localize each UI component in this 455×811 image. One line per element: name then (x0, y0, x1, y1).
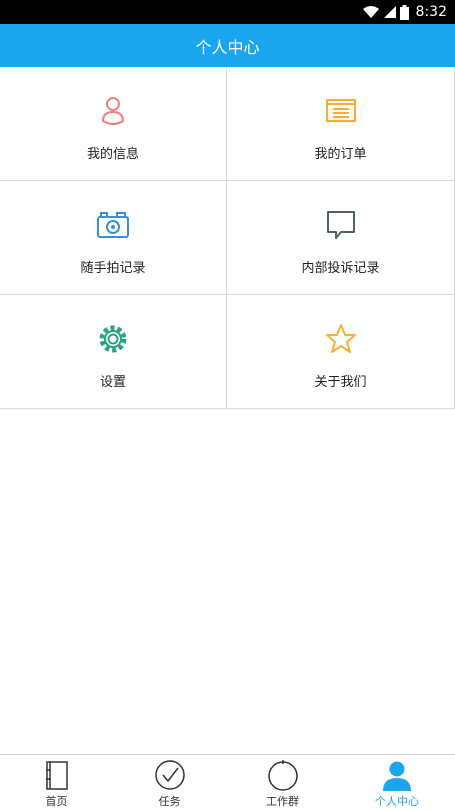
menu-item-label: 内部投诉记录 (301, 261, 380, 276)
status-time: 8:32 (415, 4, 447, 20)
tab-home[interactable]: 首页 (0, 755, 113, 811)
app-header: 个人中心 (0, 24, 455, 67)
tab-label: 工作群 (266, 795, 299, 808)
menu-item-label: 设置 (99, 375, 126, 390)
menu-item-complaint-records[interactable]: 内部投诉记录 (227, 181, 455, 295)
menu-item-label: 关于我们 (314, 375, 367, 390)
camera-icon (97, 212, 129, 238)
work-group-icon (267, 760, 298, 791)
menu-item-label: 我的订单 (314, 147, 367, 162)
menu-item-label: 随手拍记录 (80, 261, 146, 276)
menu-item-settings[interactable]: 设置 (0, 295, 227, 409)
order-icon (325, 99, 356, 122)
battery-icon (399, 4, 409, 20)
menu-item-label: 我的信息 (86, 147, 139, 162)
wifi-icon (362, 6, 379, 18)
task-check-icon (154, 760, 185, 790)
star-icon (325, 324, 356, 353)
signal-icon (383, 6, 396, 18)
status-icons: 8:32 (362, 3, 447, 21)
tab-label: 首页 (45, 795, 68, 808)
menu-item-my-info[interactable]: 我的信息 (0, 67, 227, 181)
tab-work-group[interactable]: 工作群 (226, 755, 339, 811)
page-title: 个人中心 (195, 37, 260, 57)
menu-item-my-orders[interactable]: 我的订单 (227, 67, 455, 181)
menu-item-photo-records[interactable]: 随手拍记录 (0, 181, 227, 295)
menu-item-about-us[interactable]: 关于我们 (227, 295, 455, 409)
tab-tasks[interactable]: 任务 (113, 755, 226, 811)
status-bar: 8:32 (0, 0, 455, 24)
tab-profile[interactable]: 个人中心 (339, 755, 455, 811)
profile-icon (383, 761, 411, 791)
tab-label: 任务 (158, 795, 181, 808)
tab-label: 个人中心 (375, 795, 419, 808)
gear-icon (99, 325, 127, 353)
home-icon (45, 761, 68, 790)
bottom-tab-bar: 首页 任务 工作群 个人中心 (0, 754, 455, 811)
user-icon (101, 97, 125, 125)
chat-bubble-icon (326, 211, 355, 239)
